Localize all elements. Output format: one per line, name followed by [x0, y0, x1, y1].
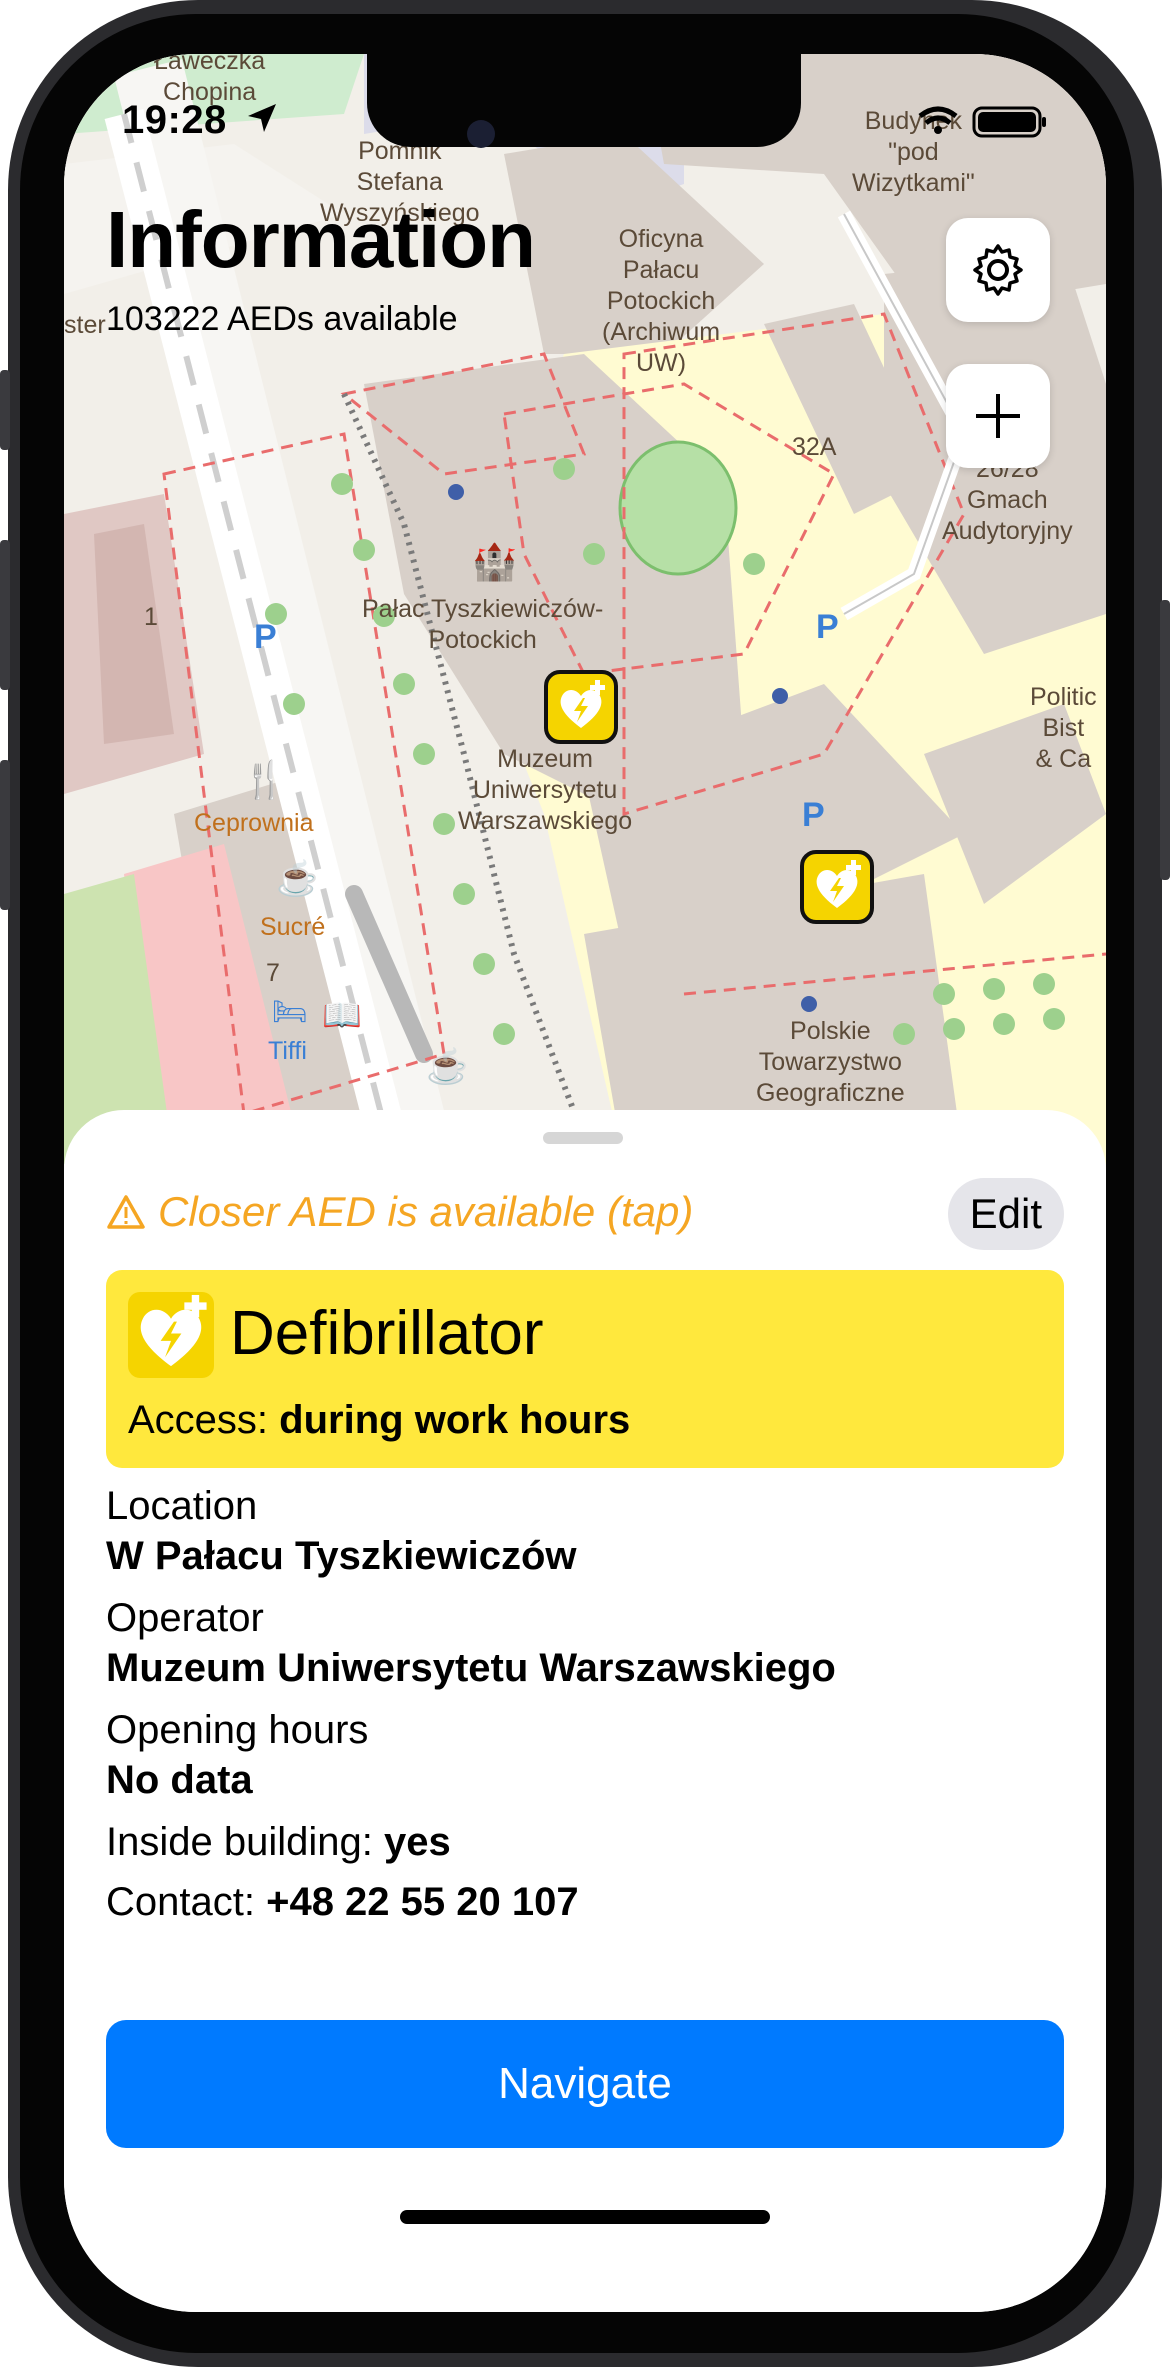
screen: Ławeczka Chopina Pomnik Stefana Wyszyńskieg… [64, 54, 1106, 2312]
map-label-ceprownia: Ceprownia [194, 809, 314, 837]
map-label-1: 1 [144, 603, 158, 631]
map-label-oficyna: Oficyna Pałacu Potockich (Archiwum UW) [602, 225, 721, 377]
inside-building-row: Inside building: yes [106, 1820, 451, 1865]
closer-aed-warning[interactable]: Closer AED is available (tap) [106, 1188, 693, 1236]
gear-icon [973, 244, 1023, 296]
phone-frame: Ławeczka Chopina Pomnik Stefana Wyszyńskieg… [0, 0, 1170, 2367]
aed-heart-icon [140, 1294, 207, 1367]
hotel-icon: 🛏 [272, 996, 308, 1027]
status-indicators [914, 104, 1054, 145]
bookshop-icon: 📖 [322, 997, 362, 1033]
settings-button[interactable] [946, 218, 1050, 322]
volume-up-button [0, 540, 10, 690]
opening-hours-label: Opening hours [106, 1708, 369, 1752]
bicycle-parking-icon: P [802, 796, 825, 834]
side-button [1160, 600, 1170, 880]
restaurant-icon: 🍴 [242, 759, 287, 800]
contact-label: Contact: [106, 1880, 255, 1924]
wifi-battery-icon [918, 106, 1046, 138]
map-label-muzeum: Muzeum Uniwersytetu Warszawskiego [458, 745, 633, 835]
page-title: Information [106, 195, 536, 284]
sheet-grabber[interactable] [543, 1132, 623, 1144]
contact-row: Contact: +48 22 55 20 107 [106, 1880, 579, 1925]
map-label-palac: Pałac Tyszkiewiczów- Potockich [362, 595, 604, 654]
add-aed-button[interactable] [946, 364, 1050, 468]
card-title: Defibrillator [230, 1299, 544, 1368]
closer-aed-warning-text: Closer AED is available (tap) [158, 1188, 694, 1235]
aed-heart-icon [560, 680, 605, 728]
defibrillator-card: Defibrillator Access: during work hours [106, 1270, 1064, 1468]
aed-map-pin[interactable] [544, 670, 618, 744]
aed-heart-icon [816, 860, 861, 908]
action-button [0, 370, 10, 450]
cafe-icon: ☕ [426, 1048, 469, 1086]
aed-map-pin[interactable] [800, 850, 874, 924]
map-label-tiffi: Tiffi [268, 1037, 307, 1065]
front-camera [467, 120, 495, 148]
map-label-32a: 32A [792, 433, 837, 461]
bicycle-parking-icon: P [816, 608, 839, 646]
cafe-icon: ☕ [276, 860, 319, 898]
map-label-polskie: Polskie Towarzystwo Geograficzne [756, 1017, 905, 1107]
opening-hours-value: No data [106, 1758, 253, 1802]
location-value: W Pałacu Tyszkiewiczów [106, 1534, 577, 1578]
inside-building-label: Inside building: [106, 1820, 373, 1864]
volume-down-button [0, 760, 10, 910]
map-label-sucre: Sucré [260, 913, 326, 941]
map-label-ster: ster [64, 311, 106, 339]
location-label: Location [106, 1484, 258, 1528]
access-value: during work hours [279, 1398, 631, 1442]
inside-building-value: yes [383, 1820, 451, 1864]
castle-icon: 🏰 [472, 541, 517, 582]
aed-count-subtitle: 103222 AEDs available [106, 300, 458, 338]
status-time: 19:28 [122, 98, 227, 142]
map-label-politic: Politic Bist & Ca [1030, 683, 1097, 773]
operator-value: Muzeum Uniwersytetu Warszawskiego [106, 1646, 836, 1690]
access-row: Access: during work hours [128, 1398, 630, 1443]
aed-icon-tile [128, 1292, 214, 1378]
aed-details-sheet: Closer AED is available (tap) Edit Defib… [64, 1110, 1106, 2312]
bicycle-parking-icon: P [254, 618, 277, 656]
map-label-7: 7 [266, 959, 280, 987]
operator-label: Operator [106, 1596, 264, 1640]
location-arrow-icon [248, 104, 276, 132]
dynamic-island-notch [367, 54, 801, 147]
navigate-button[interactable]: Navigate [106, 2020, 1064, 2148]
edit-button[interactable]: Edit [947, 1178, 1064, 1250]
warning-triangle-icon [107, 1195, 145, 1229]
plus-icon [976, 394, 1020, 438]
access-label: Access: [128, 1398, 269, 1442]
contact-phone-link[interactable]: +48 22 55 20 107 [266, 1880, 579, 1924]
home-indicator[interactable] [400, 2210, 770, 2224]
